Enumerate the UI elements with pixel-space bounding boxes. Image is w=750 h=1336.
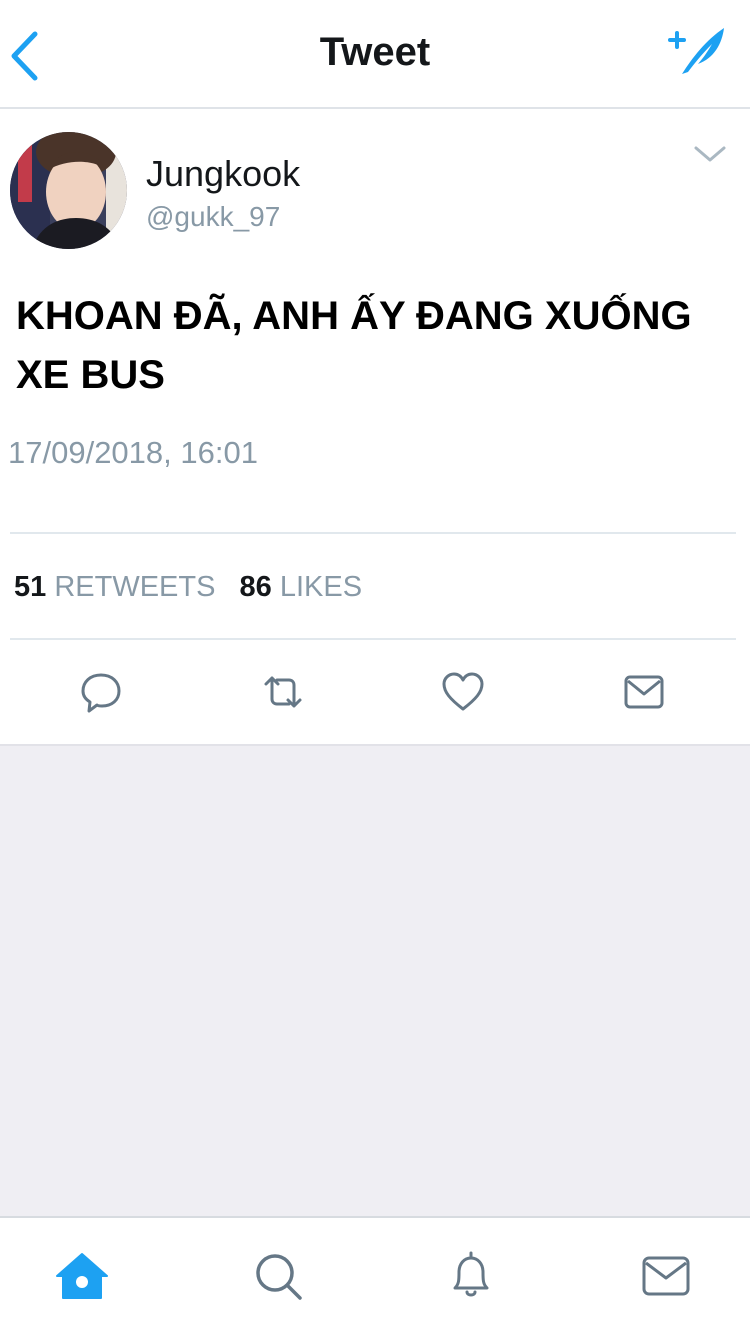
author-name[interactable]: Jungkook — [146, 153, 300, 195]
avatar-image — [10, 132, 127, 249]
like-button[interactable] — [438, 667, 488, 717]
retweet-icon — [264, 676, 302, 708]
like-count-label: LIKES — [279, 571, 363, 603]
chevron-down-icon — [694, 146, 726, 162]
divider — [10, 638, 736, 640]
compose-tweet-icon — [668, 28, 724, 74]
retweet-count-label: RETWEETS — [54, 571, 216, 603]
tweet-text-line: XE BUS — [16, 353, 165, 397]
home-icon — [56, 1253, 108, 1299]
like-count-number: 86 — [239, 571, 272, 603]
avatar[interactable] — [10, 132, 127, 249]
retweet-button[interactable] — [258, 667, 308, 717]
tweet-options-button[interactable] — [690, 139, 730, 169]
like-count[interactable]: 86 LIKES — [240, 571, 363, 604]
reply-button[interactable] — [76, 667, 126, 717]
compose-tweet-button[interactable] — [662, 24, 728, 80]
retweet-count[interactable]: 51 RETWEETS — [14, 571, 215, 604]
tab-notifications[interactable] — [441, 1246, 501, 1306]
tab-messages[interactable] — [636, 1246, 696, 1306]
messages-icon — [642, 1256, 690, 1296]
tweet-text-line: KHOAN ĐÃ, ANH ẤY ĐANG XUỐNG — [16, 294, 692, 338]
tweet-detail: Jungkook @gukk_97 KHOAN ĐÃ, ANH ẤY ĐANG … — [0, 109, 750, 744]
notifications-icon — [453, 1251, 489, 1297]
tab-search[interactable] — [248, 1246, 308, 1306]
direct-message-button[interactable] — [619, 667, 669, 717]
page-title: Tweet — [319, 30, 431, 74]
divider — [10, 532, 736, 534]
tweet-text: KHOAN ĐÃ, ANH ẤY ĐANG XUỐNG XE BUS — [16, 287, 741, 405]
reply-icon — [81, 673, 121, 713]
navigation-bar: Tweet — [0, 0, 750, 109]
message-icon — [624, 675, 664, 709]
tweet-timestamp: 17/09/2018, 16:01 — [8, 435, 258, 470]
tweet-stats: 51 RETWEETS 86 LIKES — [14, 571, 378, 604]
tab-bar — [0, 1216, 750, 1336]
tab-home[interactable] — [52, 1246, 112, 1306]
heart-icon — [442, 672, 484, 711]
search-icon — [256, 1254, 302, 1300]
content-background — [0, 744, 750, 1218]
retweet-count-number: 51 — [14, 571, 47, 603]
author-handle[interactable]: @gukk_97 — [146, 201, 280, 233]
